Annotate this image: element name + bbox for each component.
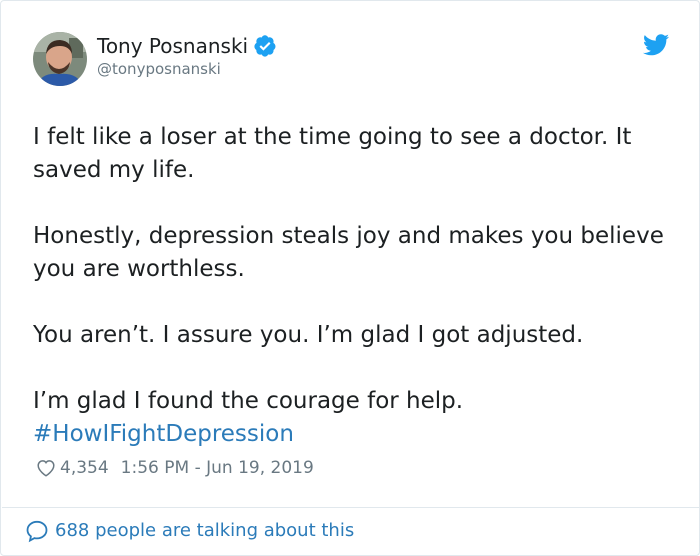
divider — [2, 507, 700, 508]
avatar[interactable] — [33, 32, 87, 86]
author-handle[interactable]: @tonyposnanski — [97, 60, 221, 78]
tweet-timestamp[interactable]: 1:56 PM - Jun 19, 2019 — [121, 457, 314, 479]
tweet-paragraph: Honestly, depression steals joy and make… — [33, 223, 664, 282]
tweet-paragraph: You aren’t. I assure you. I’m glad I got… — [33, 322, 584, 348]
tweet-card: Tony Posnanski @tonyposnanski I felt lik… — [0, 0, 700, 556]
tweet-text: I felt like a loser at the time going to… — [33, 121, 673, 451]
speech-bubble-icon — [26, 520, 48, 543]
heart-icon[interactable] — [35, 457, 57, 479]
conversation-link[interactable]: 688 people are talking about this — [25, 519, 354, 543]
author-name-row[interactable]: Tony Posnanski — [97, 34, 277, 58]
twitter-bird-icon[interactable] — [643, 34, 669, 56]
tweet-meta: 4,354 1:56 PM - Jun 19, 2019 — [35, 457, 314, 479]
conversation-text[interactable]: 688 people are talking about this — [55, 519, 354, 543]
tweet-paragraph: I’m glad I found the courage for help. #H… — [33, 385, 673, 451]
verified-badge-icon — [254, 35, 276, 57]
like-count[interactable]: 4,354 — [60, 457, 109, 479]
author-name[interactable]: Tony Posnanski — [97, 34, 248, 58]
hashtag-link[interactable]: #HowIFightDepression — [33, 421, 294, 447]
tweet-paragraph: I felt like a loser at the time going to… — [33, 124, 632, 183]
tweet-paragraph-text: I’m glad I found the courage for help. — [33, 388, 464, 414]
